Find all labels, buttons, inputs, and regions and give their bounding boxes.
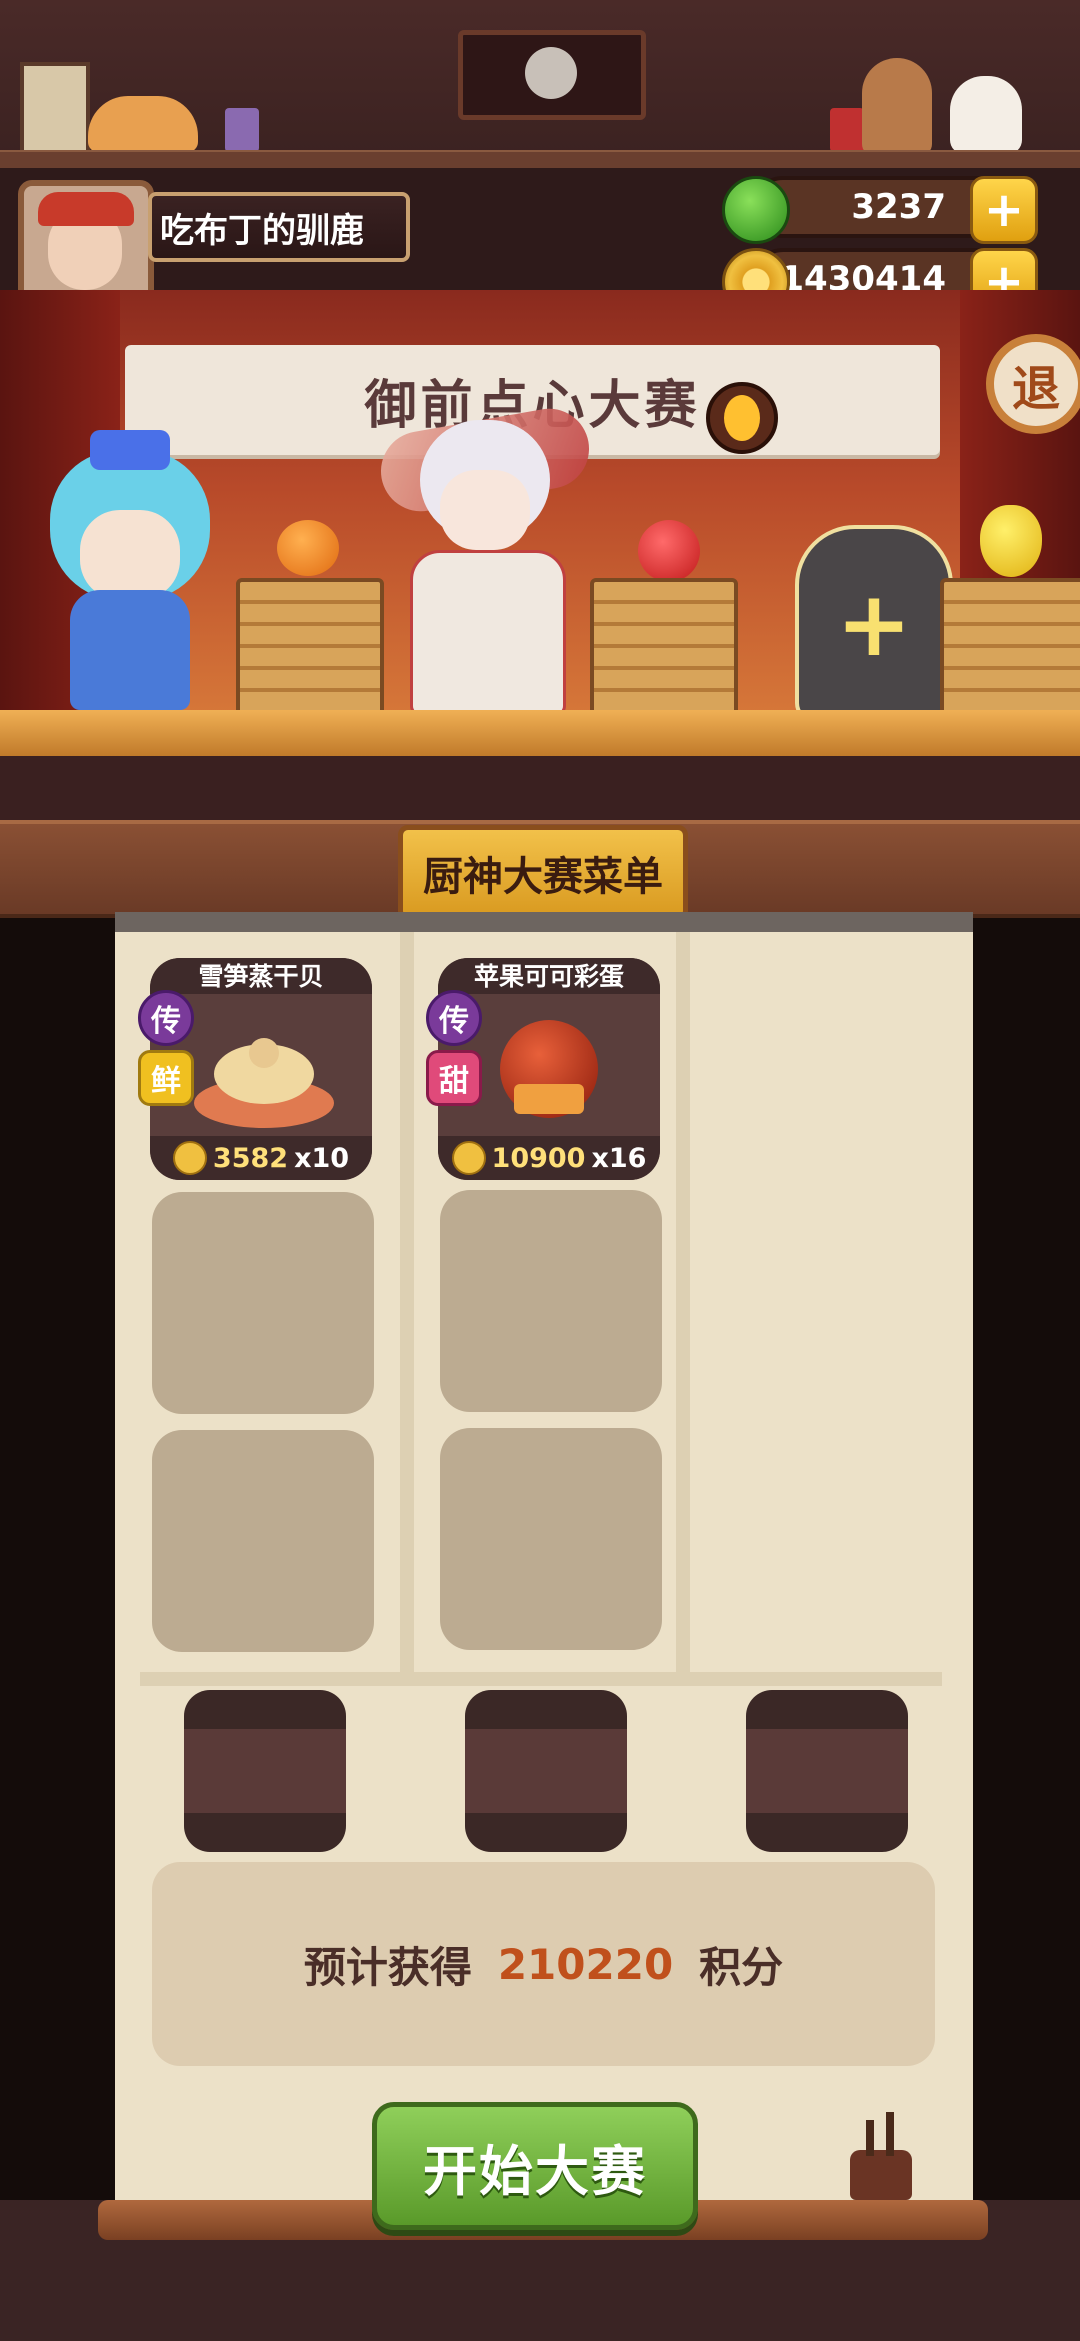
orange-fruit <box>277 520 339 576</box>
utensil-stick-icon <box>866 2120 874 2156</box>
menu-title: 厨神大赛菜单 <box>423 854 663 900</box>
empty-dish-slot[interactable] <box>152 1430 374 1652</box>
estimate-value: 210220 <box>497 1939 674 1989</box>
menu-panel-top-edge <box>115 912 973 932</box>
shelf-board <box>0 150 1080 170</box>
column-divider <box>400 932 414 1672</box>
utensil-pot-icon <box>850 2150 912 2200</box>
jar-icon <box>830 108 864 152</box>
frame-picture <box>20 62 90 156</box>
dish-name: 雪笋蒸干贝 <box>150 958 372 994</box>
dish-price-row: 10900 x16 <box>438 1136 660 1180</box>
chef-character-blue[interactable] <box>30 430 230 710</box>
gem-amount: 3237 <box>851 187 946 227</box>
rarity-badge: 传 <box>426 990 482 1046</box>
gem-icon <box>722 176 790 244</box>
dish-price: 3582 <box>212 1142 289 1174</box>
player-name: 吃布丁的驯鹿 <box>160 210 364 251</box>
avatar-hat <box>38 192 134 226</box>
apple-fruit <box>638 520 700 582</box>
chef-character-white[interactable] <box>360 400 610 716</box>
ingredient-slot[interactable] <box>465 1690 627 1852</box>
flavor-badge: 鲜 <box>138 1050 194 1106</box>
hanging-sign <box>458 30 646 120</box>
dish-price: 10900 <box>491 1142 586 1174</box>
jar-icon <box>225 108 259 152</box>
dish-qty: x16 <box>591 1142 647 1174</box>
start-contest-button[interactable]: 开始大赛 <box>372 2102 698 2230</box>
ingredient-slot[interactable] <box>184 1690 346 1852</box>
dish-price-row: 3582 x10 <box>150 1136 372 1180</box>
apple-cocoa-egg-dish-icon <box>494 1014 604 1124</box>
ingredient-slot[interactable] <box>746 1690 908 1852</box>
add-gems-button[interactable]: + <box>970 176 1038 244</box>
estimate-suffix: 积分 <box>699 1942 784 1992</box>
estimate-prefix: 预计获得 <box>303 1942 472 1992</box>
add-plus-icon: + <box>836 571 912 677</box>
flavor-badge: 甜 <box>426 1050 482 1106</box>
empty-dish-slot[interactable] <box>152 1192 374 1414</box>
player-name-plate: 吃布丁的驯鹿 <box>148 192 410 262</box>
info-exclamation-icon[interactable] <box>706 382 778 454</box>
coin-icon <box>172 1141 207 1175</box>
exit-label: 退 <box>1011 361 1060 417</box>
food-crate-2 <box>590 578 738 716</box>
empty-chef-slot[interactable]: + <box>795 525 953 723</box>
estimated-points: 预计获得 210220 积分 <box>152 1862 935 2066</box>
utensil-stick-icon <box>886 2112 894 2156</box>
row-divider <box>140 1672 942 1686</box>
empty-dish-slot[interactable] <box>440 1190 662 1412</box>
dish-qty: x10 <box>294 1142 350 1174</box>
chef-figure <box>862 58 932 156</box>
empty-dish-slot[interactable] <box>440 1428 662 1650</box>
white-cat-figure <box>950 76 1022 154</box>
exit-button[interactable]: 退 <box>986 334 1080 434</box>
menu-title-plate: 厨神大赛菜单 <box>398 825 688 921</box>
rarity-badge: 传 <box>138 990 194 1046</box>
coin-icon <box>451 1141 486 1175</box>
start-contest-label: 开始大赛 <box>423 2139 647 2203</box>
pear-fruit <box>980 505 1042 577</box>
steamed-scallop-dish-icon <box>194 1038 334 1128</box>
stage-floor <box>0 710 1080 756</box>
cat-figure <box>88 96 198 152</box>
food-crate-3 <box>940 578 1080 716</box>
column-divider <box>676 932 690 1672</box>
dish-name: 苹果可可彩蛋 <box>438 958 660 994</box>
raccoon-icon <box>525 47 577 99</box>
